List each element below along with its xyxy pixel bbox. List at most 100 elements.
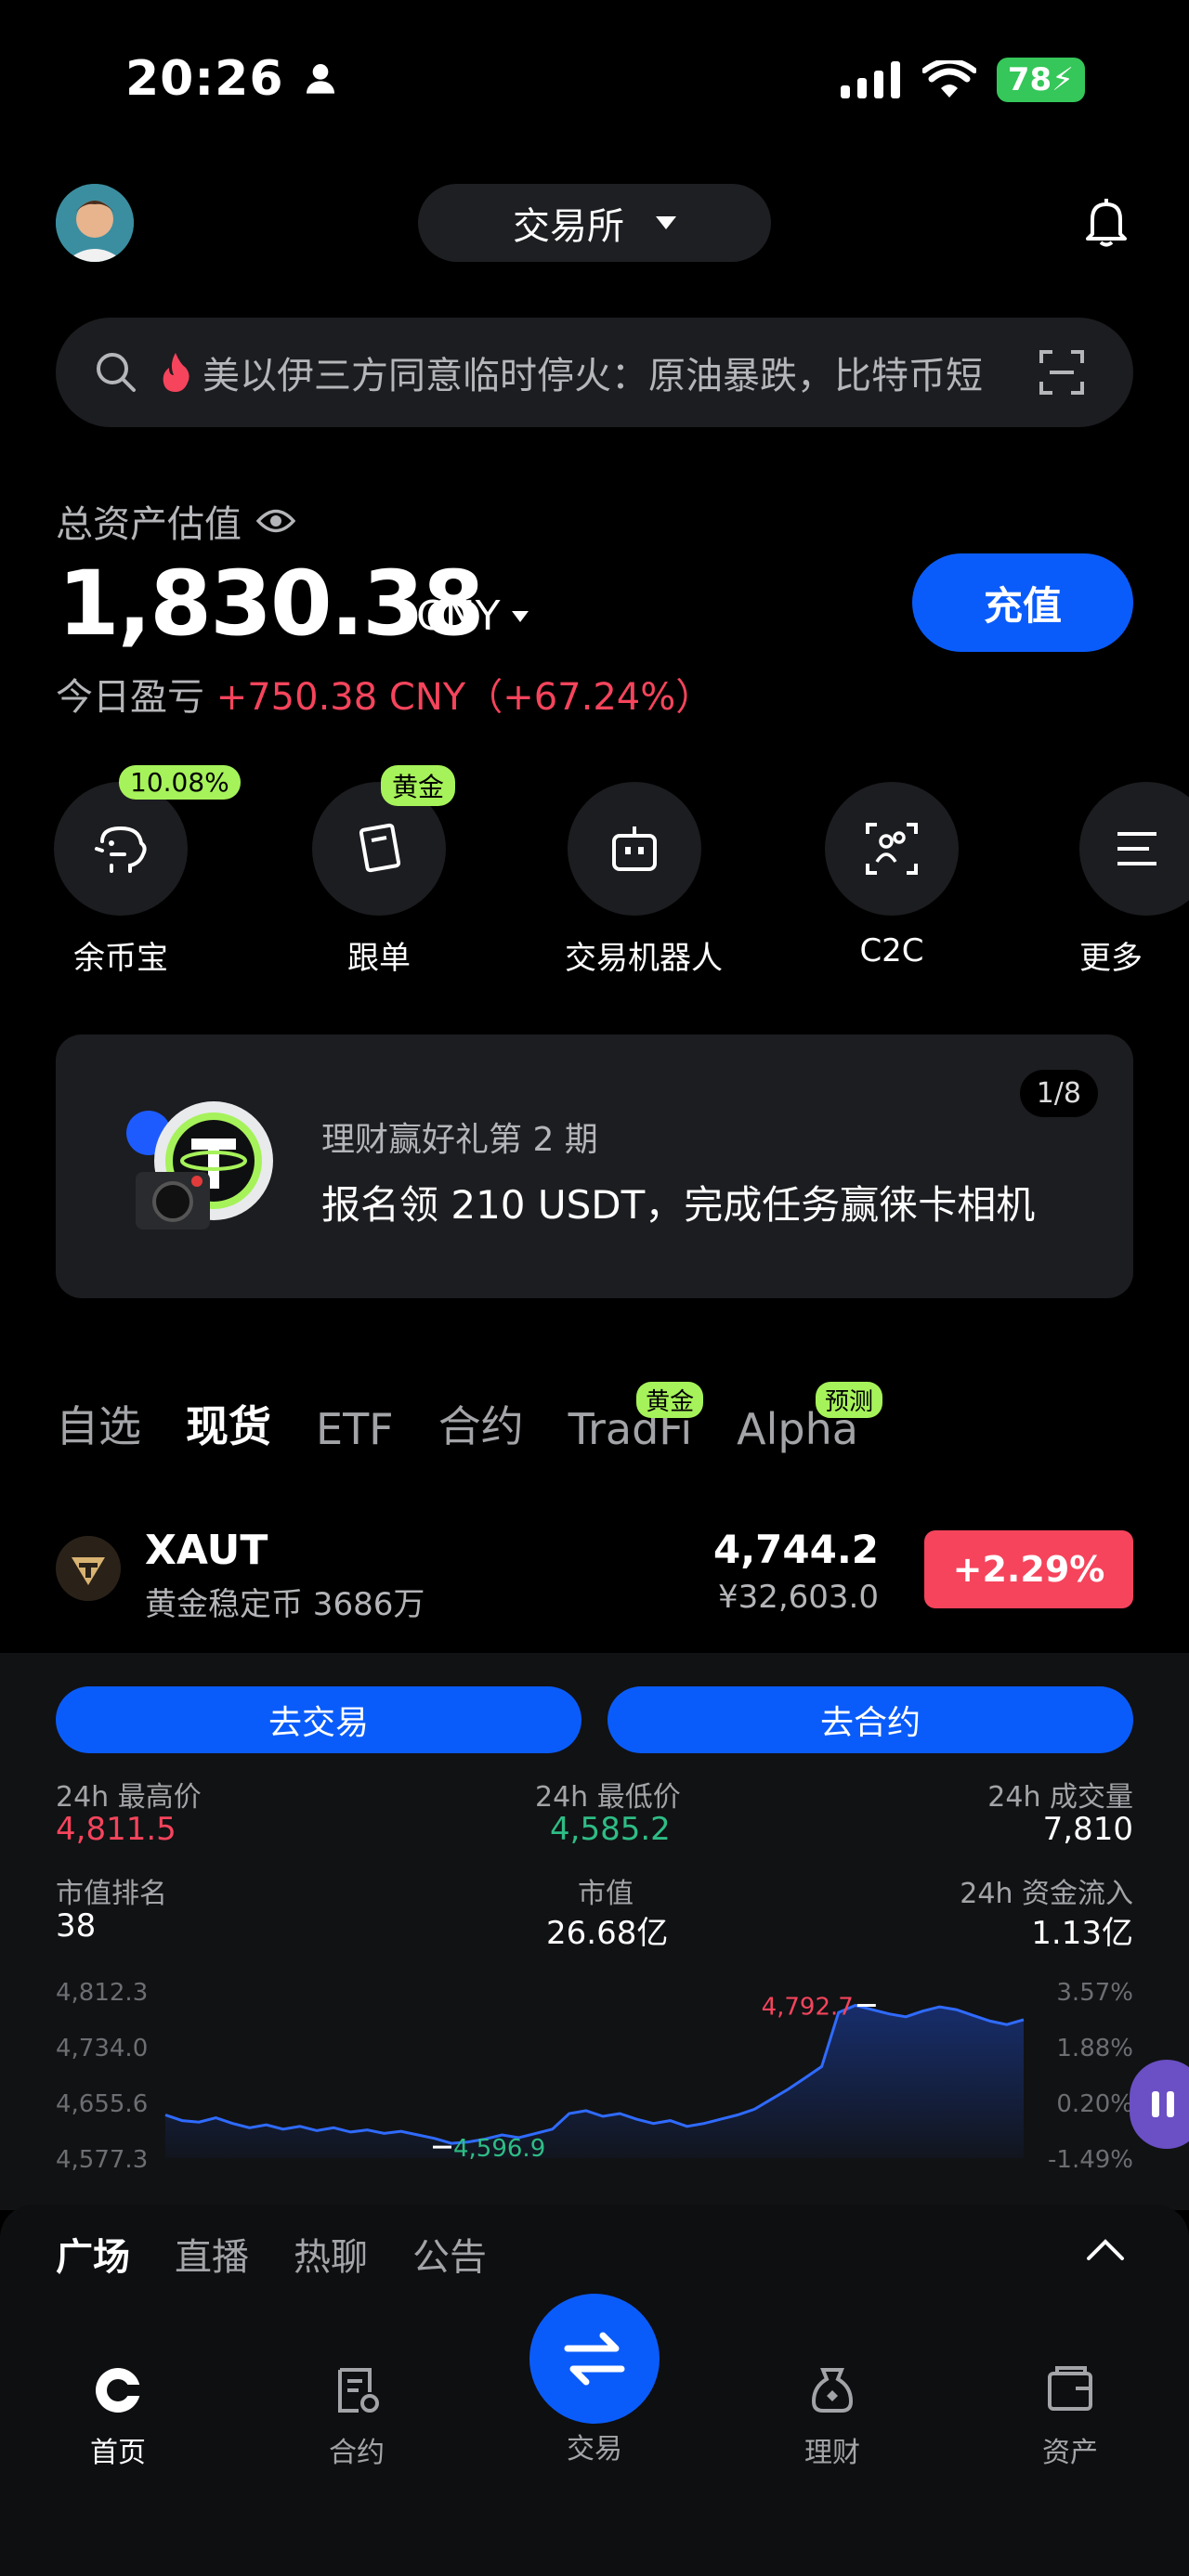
exchange-switcher[interactable]: 交易所 [418, 184, 771, 262]
price-change-badge[interactable]: +2.29% [924, 1530, 1133, 1608]
stat-label: 24h 最高价 [56, 1781, 202, 1814]
stat-label: 市值 [578, 1878, 634, 1910]
feed-tab-square[interactable]: 广场 [56, 2227, 130, 2281]
earn-icon [811, 2368, 854, 2413]
status-time: 20:26 [125, 51, 339, 107]
deposit-button[interactable]: 充值 [912, 553, 1133, 652]
c2c-users-icon [866, 823, 918, 875]
y-tick-right: 1.88% [1056, 2035, 1133, 2062]
currency-selector[interactable]: CNY [416, 592, 529, 640]
nav-trade[interactable]: 交易 [520, 2364, 669, 2466]
tab-badge: 黄金 [636, 1382, 704, 1418]
coin-detail-panel: 去交易 去合约 24h 最高价 4,811.5 24h 最低价 4,585.2 … [0, 1653, 1189, 2210]
stat-label: 24h 最低价 [535, 1781, 681, 1814]
tab-label: 合约 [438, 1401, 524, 1451]
menu-icon [1117, 832, 1156, 865]
quick-action-icon-wrap [1079, 782, 1189, 916]
quick-action-badge: 10.08% [119, 765, 241, 800]
total-assets-text: 总资产估值 [56, 503, 242, 546]
feed-tab-announcements[interactable]: 公告 [412, 2227, 487, 2281]
pause-icon [1152, 2091, 1174, 2117]
nav-label: 首页 [90, 2437, 146, 2469]
chart-area [165, 2005, 1024, 2158]
pnl-value: +750.38 CNY（+67.24%） [216, 676, 713, 719]
avatar[interactable] [56, 184, 134, 262]
quick-action-label: C2C [859, 932, 924, 969]
feed-tab-live[interactable]: 直播 [175, 2227, 249, 2281]
pnl-label: 今日盈亏 [56, 676, 204, 719]
quick-action-icon-wrap [825, 782, 959, 916]
y-tick-left: 4,577.3 [56, 2146, 148, 2174]
quick-action-icon-wrap: 黄金 [312, 765, 456, 916]
floating-widget-handle[interactable] [1130, 2060, 1189, 2149]
home-icon [96, 2368, 144, 2413]
caret-down-icon [511, 610, 529, 622]
tab-badge: 预测 [815, 1382, 882, 1418]
y-tick-left: 4,734.0 [56, 2035, 148, 2062]
notification-button[interactable] [1085, 199, 1128, 251]
quick-action-label: 交易机器人 [565, 940, 723, 977]
avatar-image [56, 184, 134, 262]
quick-action-trading-bot[interactable]: 交易机器人 [565, 782, 723, 978]
coin-symbol[interactable]: XAUT [145, 1527, 268, 1574]
tab-tradfi[interactable]: TradFi 黄金 [568, 1382, 704, 1454]
quick-action-badge: 黄金 [381, 765, 456, 806]
coin-price-cny: ¥32,603.0 [717, 1579, 879, 1616]
wallet-icon [1048, 2366, 1092, 2411]
nav-earn[interactable]: 理财 [758, 2364, 907, 2470]
chevron-up-icon[interactable] [1085, 2238, 1126, 2262]
tab-label: 现货 [186, 1401, 271, 1451]
max-price-label: 4,792.7 [762, 1994, 854, 2022]
search-icon [97, 353, 136, 392]
stat-label: 市值排名 [56, 1878, 167, 1910]
tab-label: 自选 [56, 1401, 141, 1451]
stat-high: 4,811.5 [56, 1811, 176, 1848]
tab-futures[interactable]: 合约 [438, 1393, 524, 1454]
piggy-bank-icon [95, 826, 147, 873]
feed-tab-chat[interactable]: 热聊 [294, 2227, 368, 2281]
quick-action-icon-wrap [568, 782, 701, 916]
banner-pager: 1/8 [1019, 1070, 1098, 1117]
scan-icon[interactable] [1039, 349, 1085, 396]
stat-label: 24h 成交量 [987, 1781, 1133, 1814]
nav-label: 资产 [1042, 2437, 1098, 2469]
tab-etf[interactable]: ETF [316, 1404, 394, 1454]
wifi-icon [921, 60, 976, 98]
stat-volume: 7,810 [1042, 1811, 1133, 1848]
y-tick-left: 4,655.6 [56, 2090, 148, 2118]
tab-label: ETF [316, 1404, 394, 1454]
tab-spot[interactable]: 现货 [186, 1393, 271, 1454]
eye-icon[interactable] [256, 507, 295, 535]
nav-assets[interactable]: 资产 [996, 2364, 1144, 2470]
search-bar[interactable]: 美以伊三方同意临时停火：原油暴跌，比特币短 [56, 318, 1133, 427]
quick-action-copy-trading[interactable]: 黄金 跟单 [309, 765, 456, 978]
quick-action-icon-wrap: 10.08% [54, 765, 241, 916]
price-chart: 4,812.3 4,734.0 4,655.6 4,577.3 3.57% 1.88% 0.… [56, 1979, 1133, 2174]
total-assets-label: 总资产估值 [56, 494, 295, 548]
nav-futures[interactable]: 合约 [282, 2364, 431, 2470]
today-pnl: 今日盈亏 +750.38 CNY（+67.24%） [56, 667, 712, 721]
y-tick-left: 4,812.3 [56, 1979, 148, 2007]
bell-icon [1086, 199, 1127, 247]
coin-price: 4,744.2 [712, 1527, 879, 1572]
stat-rank: 38 [56, 1907, 97, 1945]
go-trade-button[interactable]: 去交易 [56, 1686, 581, 1753]
quick-action-label: 更多 [1079, 940, 1143, 977]
stat-low: 4,585.2 [550, 1811, 671, 1848]
promo-banner[interactable]: 1/8 理财赢好礼第 2 期 报名领 210 USDT，完成任务赢徕卡相机 [56, 1034, 1133, 1298]
market-tabs: 自选 现货 ETF 合约 TradFi 黄金 Alpha 预测 [56, 1382, 882, 1454]
go-futures-button[interactable]: 去合约 [608, 1686, 1133, 1753]
banner-subtitle: 理财赢好礼第 2 期 [321, 1121, 598, 1159]
tab-favorites[interactable]: 自选 [56, 1393, 141, 1454]
quick-action-c2c[interactable]: C2C [822, 782, 961, 969]
y-tick-right: 3.57% [1056, 1979, 1133, 2007]
battery-level: 78 [1007, 61, 1052, 98]
quick-action-earn[interactable]: 10.08% 余币宝 [51, 765, 241, 978]
feed-tabs: 广场 直播 热聊 公告 [56, 2227, 487, 2281]
nav-home[interactable]: 首页 [44, 2364, 192, 2470]
xaut-coin-icon [56, 1536, 121, 1601]
tab-alpha[interactable]: Alpha 预测 [737, 1382, 882, 1454]
robot-icon [612, 826, 657, 871]
stat-label: 24h 资金流入 [960, 1878, 1133, 1910]
quick-action-more[interactable]: 更多 [1079, 782, 1189, 978]
